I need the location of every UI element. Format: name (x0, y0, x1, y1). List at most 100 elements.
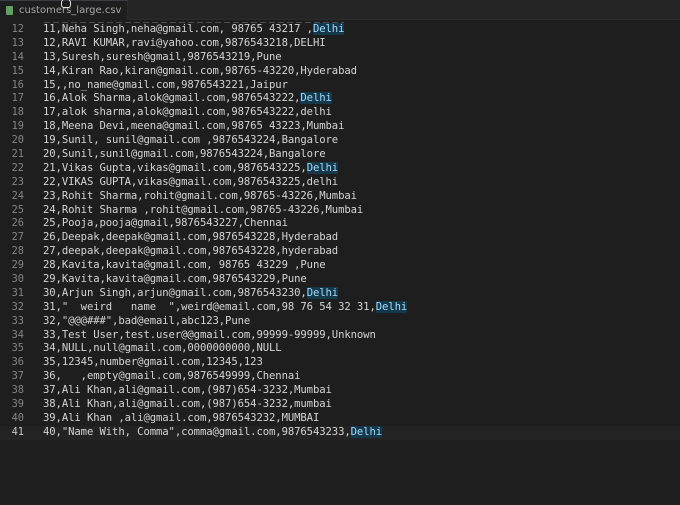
line-text[interactable]: 13,Suresh,suresh@gmail,9876543219,Pune (43, 51, 282, 65)
line-number: 17 (11, 92, 24, 105)
editor-line[interactable]: 22 21,Vikas Gupta,vikas@gmail.com,9876543… (0, 161, 680, 176)
line-text[interactable]: 23,Rohit Sharma,rohit@gmail.com,98765-43… (43, 190, 357, 204)
line-number: 23 (11, 175, 24, 188)
editor-line[interactable]: 31 30,Arjun Singh,arjun@gmail.com,9876543… (0, 286, 680, 301)
editor-line[interactable]: 28 27,deepak,deepak@gmail.com,9876543228,… (0, 245, 680, 259)
line-text[interactable]: 31," weird name ",weird@email.com,98 76 … (43, 300, 408, 315)
editor-line[interactable]: 38 37,Ali Khan,ali@gmail.com,(987)654-323… (0, 384, 680, 398)
line-number: 39 (11, 398, 24, 411)
editor-line[interactable]: 34 33,Test User,test.user@@gmail.com,9999… (0, 329, 680, 343)
line-text-plain: 31," weird name ",weird@email.com,98 76 … (43, 300, 376, 313)
line-text[interactable]: 24,Rohit Sharma ,rohit@gmail.com,98765-4… (43, 204, 363, 218)
line-number: 21 (11, 148, 24, 161)
search-match-highlight: Delhi (375, 300, 408, 313)
line-text[interactable]: 11,Neha Singh,neha@gmail.com, 98765 4321… (43, 23, 344, 37)
line-text-plain: 11,Neha Singh,neha@gmail.com, 98765 4321… (43, 23, 313, 35)
editor-line[interactable]: 16 15,,no_name@gmail.com,9876543221,Jaipu… (0, 79, 680, 93)
line-number: 41 (11, 425, 24, 438)
line-text-plain: 13,Suresh,suresh@gmail,9876543219,Pune (43, 50, 282, 63)
line-text[interactable]: 17,alok sharma,alok@gmail.com,9876543222… (43, 106, 332, 120)
line-text[interactable]: 36, ,empty@gmail.com,9876549999,Chennai (43, 370, 301, 384)
editor-line[interactable]: 32 31," weird name ",weird@email.com,98 7… (0, 300, 680, 315)
line-text[interactable]: 28,Kavita,kavita@gmail.com, 98765 43229 … (43, 259, 326, 273)
line-text[interactable]: 40,"Name With, Comma",comma@gmail.com,98… (43, 425, 383, 440)
line-text[interactable]: 35,12345,number@gmail.com,12345,123 (43, 356, 263, 370)
line-text-plain: 28,Kavita,kavita@gmail.com, 98765 43229 … (43, 259, 326, 272)
line-text[interactable]: 26,Deepak,deepak@gmail.com,9876543228,Hy… (43, 231, 338, 245)
editor-line[interactable]: 15 14,Kiran Rao,kiran@gmail.com,98765-432… (0, 65, 680, 79)
line-text-plain: 35,12345,number@gmail.com,12345,123 (43, 356, 263, 369)
line-text-plain: 30,Arjun Singh,arjun@gmail.com,987654323… (43, 286, 307, 299)
line-text[interactable]: 22,VIKAS GUPTA,vikas@gmail.com,987654322… (43, 176, 338, 190)
search-match-highlight: Delhi (312, 23, 345, 35)
editor-line[interactable]: 23 22,VIKAS GUPTA,vikas@gmail.com,9876543… (0, 176, 680, 190)
line-text-plain: 16,Alok Sharma,alok@gmail.com,9876543222… (43, 92, 301, 105)
line-text[interactable]: 21,Vikas Gupta,vikas@gmail.com,987654322… (43, 161, 339, 176)
line-number: 26 (11, 217, 24, 230)
editor-line[interactable]: 41 40,"Name With, Comma",comma@gmail.com,… (0, 425, 680, 440)
editor-line[interactable]: 18 17,alok sharma,alok@gmail.com,98765432… (0, 106, 680, 120)
editor-line[interactable]: 13 12,RAVI KUMAR,ravi@yahoo.com,987654321… (0, 37, 680, 51)
line-text[interactable]: 39,Ali Khan ,ali@gmail.com,9876543232,MU… (43, 412, 319, 426)
line-text-plain: 34,NULL,null@gmail.com,0000000000,NULL (43, 342, 282, 355)
line-text[interactable]: 30,Arjun Singh,arjun@gmail.com,987654323… (43, 286, 339, 301)
line-text-plain: 21,Vikas Gupta,vikas@gmail.com,987654322… (43, 161, 307, 174)
line-text-plain: 29,Kavita,kavita@gmail.com,9876543229,Pu… (43, 273, 307, 286)
line-text[interactable]: 34,NULL,null@gmail.com,0000000000,NULL (43, 342, 282, 356)
line-number: 40 (11, 411, 24, 424)
editor-line[interactable]: 21 20,Sunil,sunil@gmail.com,9876543224,Ba… (0, 148, 680, 162)
line-text[interactable]: 38,Ali Khan,ali@gmail.com,(987)654-3232,… (43, 398, 332, 412)
tab-bar-empty-area (128, 0, 680, 19)
line-number: 37 (11, 370, 24, 383)
line-text[interactable]: 18,Meena Devi,meena@gmail.com,98765 4322… (43, 120, 344, 134)
line-text[interactable]: 20,Sunil,sunil@gmail.com,9876543224,Bang… (43, 148, 326, 162)
line-text-plain: 27,deepak,deepak@gmail.com,9876543228,hy… (43, 245, 339, 258)
editor-line[interactable]: 19 18,Meena Devi,meena@gmail.com,98765 43… (0, 120, 680, 134)
line-text-plain: 18,Meena Devi,meena@gmail.com,98765 4322… (43, 120, 345, 133)
line-number: 20 (11, 134, 24, 147)
line-number: 32 (11, 300, 24, 313)
search-match-highlight: Delhi (300, 92, 332, 105)
search-match-highlight: Delhi (350, 425, 383, 438)
line-text[interactable]: 19,Sunil, sunil@gmail.com ,9876543224,Ba… (43, 134, 338, 148)
editor-line[interactable]: 24 23,Rohit Sharma,rohit@gmail.com,98765-… (0, 190, 680, 204)
line-text[interactable]: 32,"@@@###",bad@email,abc123,Pune (43, 315, 250, 329)
line-text[interactable]: 15,,no_name@gmail.com,9876543221,Jaipur (43, 79, 288, 93)
editor-line[interactable]: 35 34,NULL,null@gmail.com,0000000000,NULL (0, 342, 680, 356)
line-text[interactable]: 25,Pooja,pooja@gmail,9876543227,Chennai (43, 217, 288, 231)
editor-line[interactable]: 29 28,Kavita,kavita@gmail.com, 98765 4322… (0, 259, 680, 273)
editor-line[interactable]: 17 16,Alok Sharma,alok@gmail.com,98765432… (0, 92, 680, 106)
line-text-plain: 22,VIKAS GUPTA,vikas@gmail.com,987654322… (43, 175, 339, 188)
editor-line[interactable]: 25 24,Rohit Sharma ,rohit@gmail.com,98765… (0, 204, 680, 218)
editor-line[interactable]: 36 35,12345,number@gmail.com,12345,123 (0, 356, 680, 370)
search-match-highlight: Delhi (306, 286, 339, 299)
editor-line[interactable]: 37 36, ,empty@gmail.com,9876549999,Chenna… (0, 370, 680, 384)
line-number: 29 (11, 259, 24, 272)
search-match-highlight: Delhi (306, 161, 339, 174)
editor-line[interactable]: 40 39,Ali Khan ,ali@gmail.com,9876543232,… (0, 412, 680, 426)
tab-bar: customers_large.csv (0, 0, 680, 20)
editor-line[interactable]: 27 26,Deepak,deepak@gmail.com,9876543228,… (0, 231, 680, 245)
editor-line[interactable]: 39 38,Ali Khan,ali@gmail.com,(987)654-323… (0, 398, 680, 412)
line-text[interactable]: 29,Kavita,kavita@gmail.com,9876543229,Pu… (43, 273, 307, 287)
line-text-plain: 15,,no_name@gmail.com,9876543221,Jaipur (43, 78, 288, 91)
line-text[interactable]: 27,deepak,deepak@gmail.com,9876543228,hy… (43, 245, 338, 259)
line-number: 36 (11, 356, 24, 369)
line-text[interactable]: 12,RAVI KUMAR,ravi@yahoo.com,9876543218,… (43, 37, 326, 51)
line-text[interactable]: 37,Ali Khan,ali@gmail.com,(987)654-3232,… (43, 384, 332, 398)
code-editor[interactable]: 12 11,Neha Singh,neha@gmail.com, 98765 43… (0, 23, 680, 440)
line-number: 27 (11, 231, 24, 244)
line-text[interactable]: 14,Kiran Rao,kiran@gmail.com,98765-43220… (43, 65, 357, 79)
editor-line[interactable]: 14 13,Suresh,suresh@gmail,9876543219,Pune (0, 51, 680, 65)
line-number: 34 (11, 328, 24, 341)
editor-line[interactable]: 20 19,Sunil, sunil@gmail.com ,9876543224,… (0, 134, 680, 148)
editor-line[interactable]: 26 25,Pooja,pooja@gmail,9876543227,Chenna… (0, 217, 680, 231)
line-text[interactable]: 33,Test User,test.user@@gmail.com,99999-… (43, 329, 376, 343)
editor-line[interactable]: 12 11,Neha Singh,neha@gmail.com, 98765 43… (0, 23, 680, 37)
line-number: 35 (11, 342, 24, 355)
line-text[interactable]: 16,Alok Sharma,alok@gmail.com,9876543222… (43, 92, 332, 106)
editor-line[interactable]: 30 29,Kavita,kavita@gmail.com,9876543229,… (0, 273, 680, 287)
line-number: 13 (11, 36, 24, 49)
line-text-plain: 26,Deepak,deepak@gmail.com,9876543228,Hy… (43, 231, 339, 244)
editor-line[interactable]: 33 32,"@@@###",bad@email,abc123,Pune (0, 315, 680, 329)
